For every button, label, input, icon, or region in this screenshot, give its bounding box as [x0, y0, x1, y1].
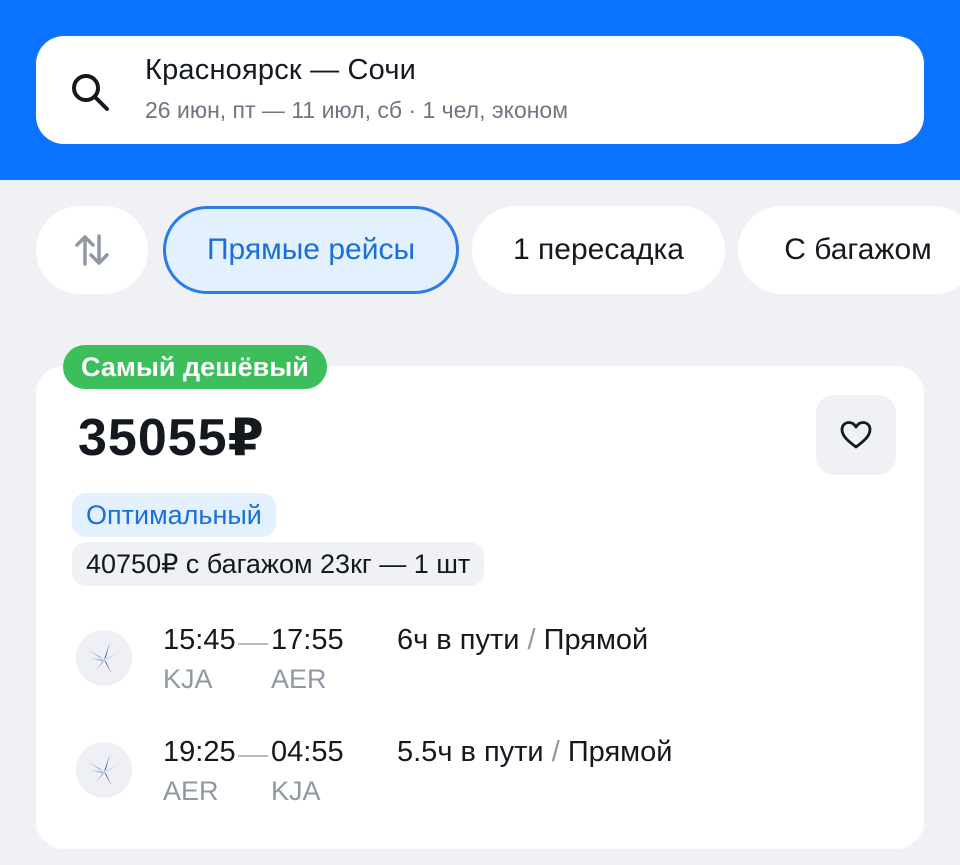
cheapest-badge: Самый дешёвый — [63, 345, 327, 389]
arrival-code: KJA — [271, 776, 321, 806]
filter-bar: Прямые рейсы 1 пересадка С багажом — [0, 206, 960, 294]
duration: 6ч в пути — [397, 624, 520, 656]
flight-type: Прямой — [567, 736, 673, 768]
airline-logo-icon — [76, 630, 132, 686]
filter-with-baggage[interactable]: С багажом — [738, 206, 960, 294]
flight-segment: 19:25 04:55 AER KJA 5.5ч в пути / Прямой — [0, 734, 960, 814]
search-bar[interactable] — [36, 36, 924, 144]
info-separator: / — [551, 736, 560, 768]
arrival-time: 17:55 — [271, 624, 344, 656]
flight-info: 6ч в пути / Прямой — [397, 624, 648, 657]
offer-price: 35055₽ — [78, 409, 265, 467]
baggage-option[interactable]: 40750₽ с багажом 23кг — 1 шт — [72, 542, 485, 586]
route-title[interactable]: Красноярск — Сочи — [145, 54, 416, 87]
arrival-time: 04:55 — [271, 736, 344, 768]
search-icon[interactable] — [68, 70, 112, 114]
departure-code: AER — [163, 776, 219, 806]
flight-type: Прямой — [543, 624, 649, 656]
duration: 5.5ч в пути — [397, 736, 544, 768]
optimal-tag: Оптимальный — [72, 493, 276, 537]
time-separator — [238, 643, 268, 645]
departure-code: KJA — [163, 664, 213, 694]
time-separator — [238, 755, 268, 757]
sort-icon — [75, 234, 109, 266]
top-header — [0, 0, 960, 180]
heart-icon — [840, 421, 872, 449]
filter-direct-flights[interactable]: Прямые рейсы — [163, 206, 459, 294]
search-details[interactable]: 26 июн, пт — 11 июл, сб · 1 чел, эконом — [145, 97, 568, 124]
filter-one-transfer[interactable]: 1 пересадка — [472, 206, 725, 294]
info-separator: / — [527, 624, 536, 656]
favorite-button[interactable] — [816, 395, 896, 475]
departure-time: 19:25 — [163, 736, 236, 768]
sort-button[interactable] — [36, 206, 148, 294]
arrival-code: AER — [271, 664, 327, 694]
flight-info: 5.5ч в пути / Прямой — [397, 736, 672, 769]
departure-time: 15:45 — [163, 624, 236, 656]
airline-logo-icon — [76, 742, 132, 798]
flight-segment: 15:45 17:55 KJA AER 6ч в пути / Прямой — [0, 622, 960, 702]
